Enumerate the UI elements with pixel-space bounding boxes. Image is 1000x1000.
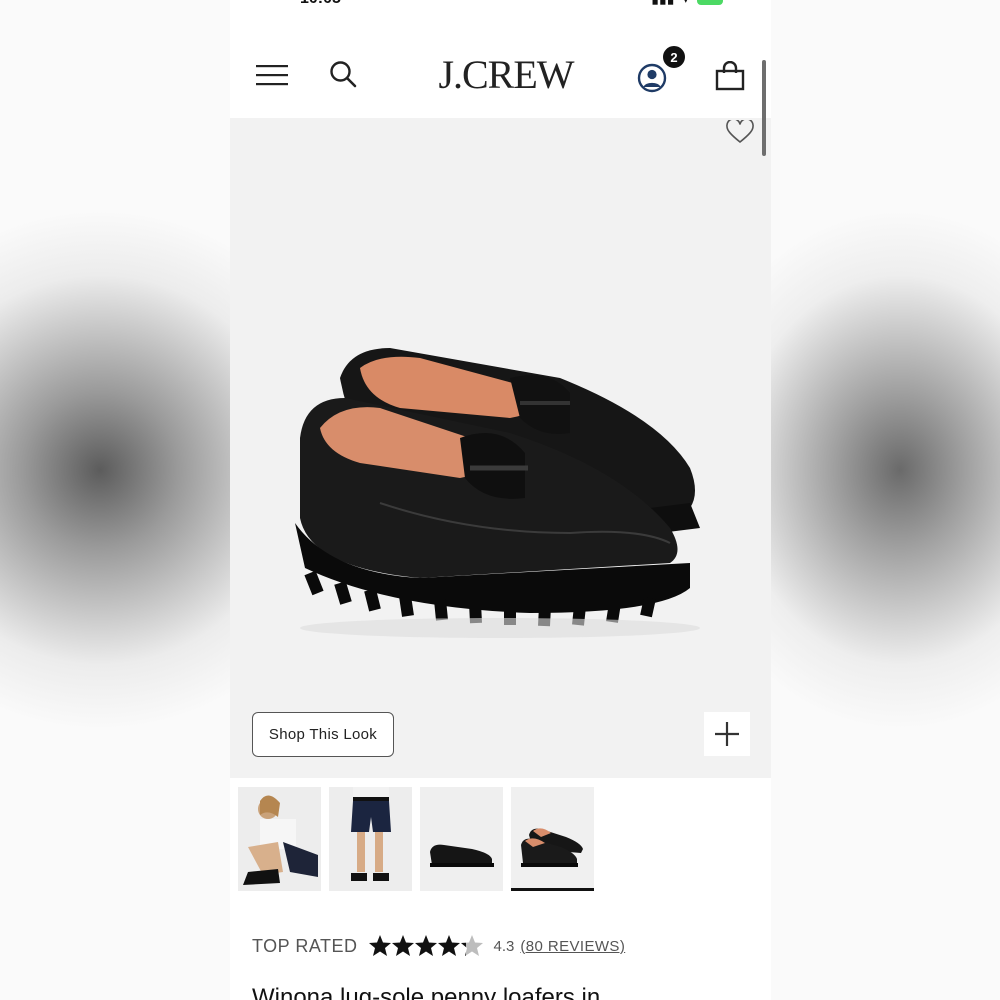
hamburger-menu-icon[interactable] xyxy=(254,60,290,90)
rating-row: TOP RATED 4.3 (80 REVIEWS) xyxy=(252,932,625,960)
phone-screen: 10:05 ▮▮▮ ▾ J.CREW 2 xyxy=(230,0,771,1000)
star-icon-4 xyxy=(437,935,460,956)
rating-score: 4.3 xyxy=(493,937,515,955)
status-bar: 10:05 ▮▮▮ ▾ xyxy=(230,0,771,8)
star-rating xyxy=(368,934,486,958)
model-standing-thumbnail[interactable] xyxy=(329,787,412,891)
shopping-bag-icon[interactable] xyxy=(712,58,748,94)
top-rated-label: TOP RATED xyxy=(252,935,358,956)
battery-icon xyxy=(697,0,723,6)
reviews-link[interactable]: (80 REVIEWS) xyxy=(520,938,625,955)
star-icon-1 xyxy=(368,935,391,956)
shop-this-look-button[interactable]: Shop This Look xyxy=(252,712,394,757)
scrollbar-thumb[interactable] xyxy=(762,60,766,156)
plus-icon[interactable] xyxy=(704,712,750,756)
blurred-background-right xyxy=(770,0,1000,1000)
model-seated-thumbnail[interactable] xyxy=(238,787,321,891)
product-title: Winona lug-sole penny loafers in xyxy=(252,984,601,1000)
side-view-thumbnail[interactable] xyxy=(420,787,503,891)
product-image-area[interactable]: Shop This Look xyxy=(230,118,771,778)
status-time: 10:05 xyxy=(300,0,341,8)
star-icon-2 xyxy=(391,935,414,956)
thumbnail-strip xyxy=(238,787,594,891)
heart-icon[interactable] xyxy=(725,118,755,146)
site-header: J.CREW 2 xyxy=(230,30,771,118)
pair-view-thumbnail[interactable] xyxy=(511,787,594,891)
status-icons: ▮▮▮ ▾ xyxy=(651,0,723,7)
search-icon[interactable] xyxy=(326,57,360,91)
loafers-product-image xyxy=(295,348,700,638)
star-icon-3 xyxy=(414,935,437,956)
jcrew-logo[interactable]: J.CREW xyxy=(426,52,586,97)
account-notification-badge: 2 xyxy=(661,44,687,70)
